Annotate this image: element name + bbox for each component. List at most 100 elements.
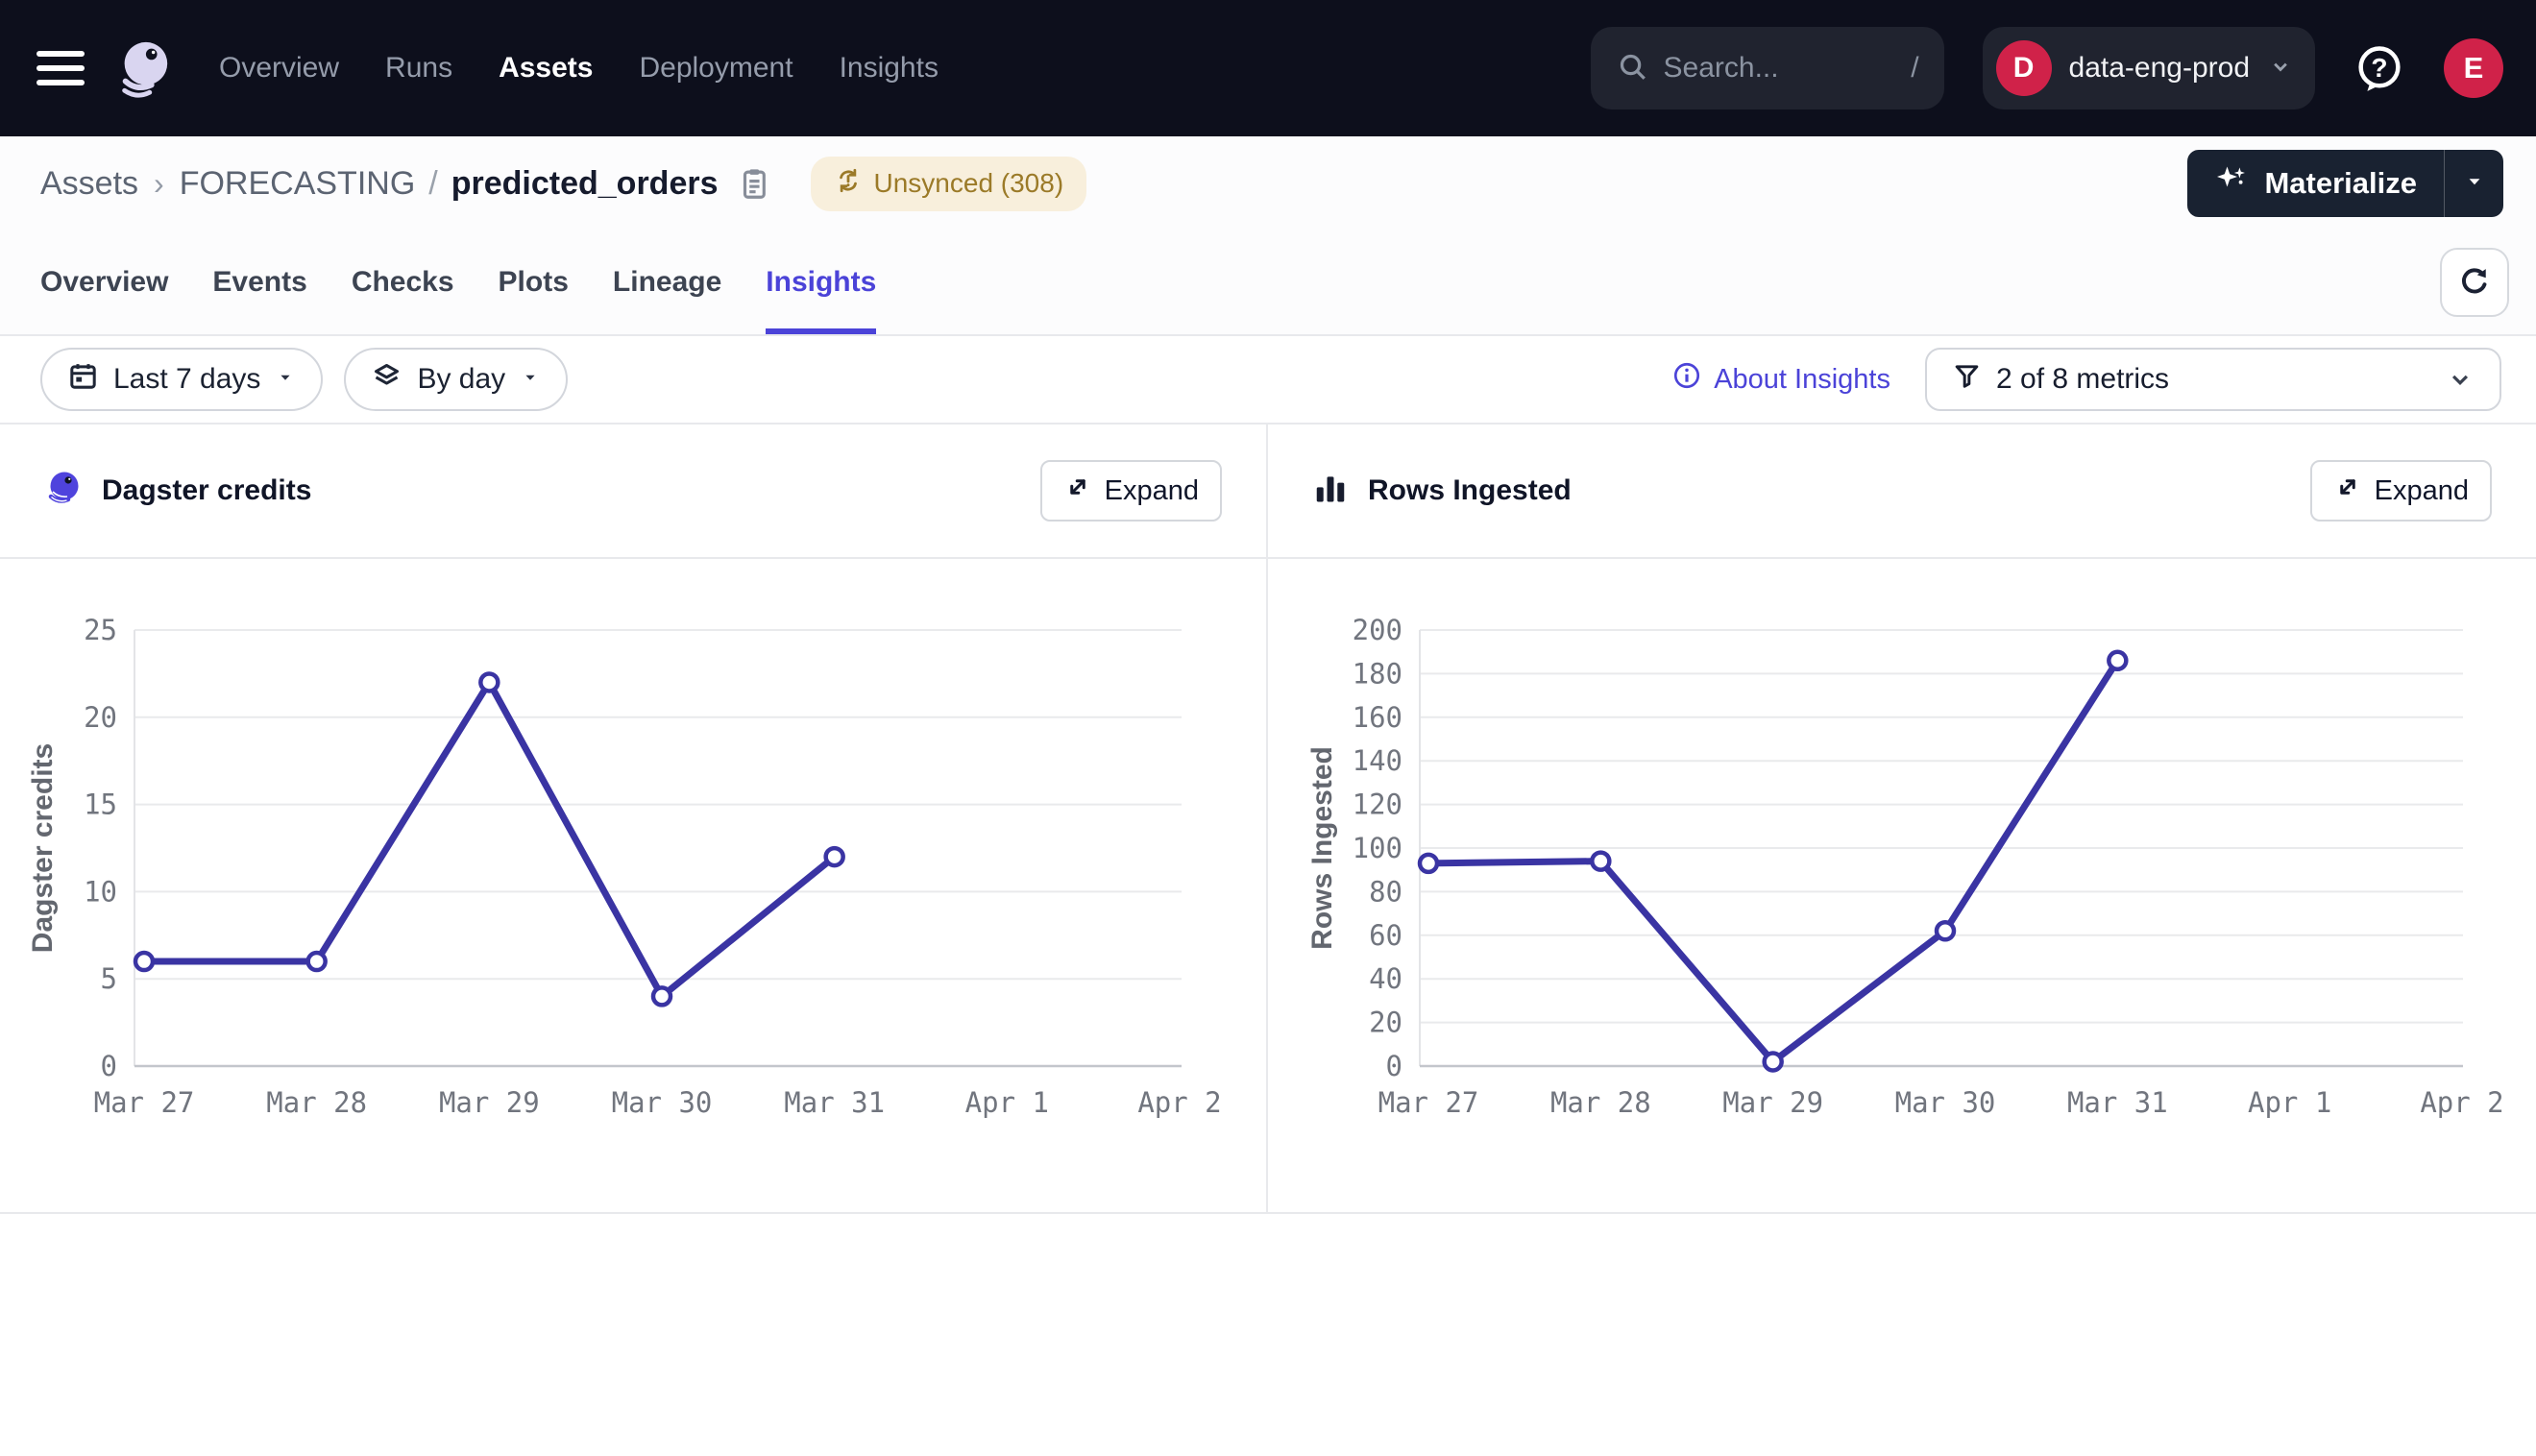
app-root: Overview Runs Assets Deployment Insights… [0,0,2536,1456]
nav-runs[interactable]: Runs [385,52,452,85]
granularity-label: By day [417,363,505,396]
svg-text:180: 180 [1353,657,1402,690]
search-input[interactable]: Search... / [1591,27,1944,109]
copy-asset-name-icon[interactable] [736,165,772,202]
caret-down-icon [275,363,296,396]
svg-text:Apr 1: Apr 1 [2248,1086,2331,1119]
filter-funnel-icon [1952,361,1982,399]
tab-overview[interactable]: Overview [40,231,168,334]
expand-icon [1063,473,1092,509]
dagster-logo-icon [44,470,83,513]
svg-text:Mar 29: Mar 29 [1722,1086,1823,1119]
rows-ingested-chart[interactable]: 020406080100120140160180200Mar 27Mar 28M… [1268,559,2534,1214]
materialize-action[interactable]: Materialize [2187,150,2444,217]
dagster-credits-chart[interactable]: 0510152025Mar 27Mar 28Mar 29Mar 30Mar 31… [0,559,1266,1214]
svg-text:Mar 28: Mar 28 [266,1086,367,1119]
svg-text:Apr 2: Apr 2 [2420,1086,2503,1119]
svg-text:25: 25 [84,614,117,646]
asset-tabs: Overview Events Checks Plots Lineage Ins… [40,231,876,334]
svg-text:Mar 28: Mar 28 [1550,1086,1651,1119]
primary-nav: Overview Runs Assets Deployment Insights [219,52,939,85]
svg-text:140: 140 [1353,744,1402,777]
deployment-switcher[interactable]: D data-eng-prod [1983,27,2315,109]
metrics-select-value: 2 of 8 metrics [1996,363,2169,396]
help-icon[interactable]: ? [2353,42,2405,94]
tab-checks[interactable]: Checks [352,231,454,334]
nav-deployment[interactable]: Deployment [639,52,792,85]
materialize-caret-button[interactable] [2444,150,2503,217]
breadcrumb-slash: / [428,165,437,203]
chevron-down-icon [2267,53,2294,85]
search-shortcut: / [1911,52,1918,85]
caret-down-icon [520,363,541,396]
unsynced-label: Unsynced (308) [874,168,1064,199]
svg-text:160: 160 [1353,701,1402,734]
asset-tabs-row: Overview Events Checks Plots Lineage Ins… [0,231,2536,336]
date-range-label: Last 7 days [113,363,260,396]
rows-ingested-chart-panel: 020406080100120140160180200Mar 27Mar 28M… [1268,559,2536,1212]
svg-text:5: 5 [101,962,117,995]
date-range-dropdown[interactable]: Last 7 days [40,348,323,411]
granularity-dropdown[interactable]: By day [344,348,568,411]
deployment-badge: D [1996,40,2052,96]
materialize-label: Materialize [2264,166,2417,201]
about-insights-label: About Insights [1714,364,1890,396]
top-nav: Overview Runs Assets Deployment Insights… [0,0,2536,136]
expand-icon [2333,473,2362,509]
svg-text:20: 20 [1369,1007,1402,1039]
svg-text:80: 80 [1369,875,1402,908]
panel-title: Dagster credits [102,474,311,507]
nav-assets[interactable]: Assets [499,52,593,85]
user-avatar[interactable]: E [2444,38,2503,98]
dagster-logo-icon[interactable] [113,38,173,98]
svg-text:Rows Ingested: Rows Ingested [1306,746,1338,950]
refresh-button[interactable] [2440,248,2509,317]
svg-text:Mar 31: Mar 31 [784,1086,885,1119]
sparkles-icon [2214,162,2249,205]
unsynced-badge[interactable]: Unsynced (308) [811,157,1087,211]
svg-text:Apr 2: Apr 2 [1137,1086,1221,1119]
svg-text:Apr 1: Apr 1 [965,1086,1049,1119]
expand-button[interactable]: Expand [1040,460,1222,522]
search-icon [1616,50,1648,87]
svg-text:10: 10 [84,875,117,908]
layers-icon [371,360,402,400]
charts-area: 0510152025Mar 27Mar 28Mar 29Mar 30Mar 31… [0,559,2536,1214]
svg-text:40: 40 [1369,962,1402,995]
svg-text:200: 200 [1353,614,1402,646]
svg-text:120: 120 [1353,789,1402,821]
tab-lineage[interactable]: Lineage [613,231,721,334]
breadcrumb-group: FORECASTING [180,165,416,203]
sync-alert-icon [834,166,863,202]
filter-bar-right: About Insights 2 of 8 metrics [1671,348,2501,411]
nav-overview[interactable]: Overview [219,52,339,85]
tab-events[interactable]: Events [212,231,306,334]
breadcrumb-assets-link[interactable]: Assets [40,165,138,203]
panel-title: Rows Ingested [1368,474,1572,507]
chevron-down-icon [2446,365,2475,394]
svg-text:Mar 30: Mar 30 [1895,1086,1996,1119]
bar-chart-icon [1312,471,1349,512]
tab-plots[interactable]: Plots [499,231,569,334]
insights-filter-bar: Last 7 days By day [0,336,2536,425]
svg-text:Mar 30: Mar 30 [612,1086,713,1119]
svg-text:100: 100 [1353,832,1402,864]
svg-text:Mar 31: Mar 31 [2067,1086,2168,1119]
tab-insights[interactable]: Insights [766,231,876,334]
menu-icon[interactable] [37,51,85,85]
dagster-credits-chart-panel: 0510152025Mar 27Mar 28Mar 29Mar 30Mar 31… [0,559,1268,1212]
expand-button[interactable]: Expand [2310,460,2492,522]
breadcrumb: Assets › FORECASTING / predicted_orders [0,136,2536,231]
svg-text:0: 0 [101,1050,117,1082]
dagster-credits-panel-header: Dagster credits Expand [0,425,1268,557]
about-insights-link[interactable]: About Insights [1671,360,1890,399]
deployment-name: data-eng-prod [2069,52,2250,85]
svg-text:Mar 27: Mar 27 [1378,1086,1479,1119]
nav-insights[interactable]: Insights [840,52,939,85]
breadcrumb-chevron: › [154,166,164,202]
svg-text:60: 60 [1369,919,1402,952]
expand-label: Expand [2375,475,2469,507]
page-header: Assets › FORECASTING / predicted_orders [0,136,2536,336]
metrics-select[interactable]: 2 of 8 metrics [1925,348,2501,411]
rows-ingested-panel-header: Rows Ingested Expand [1268,425,2536,557]
